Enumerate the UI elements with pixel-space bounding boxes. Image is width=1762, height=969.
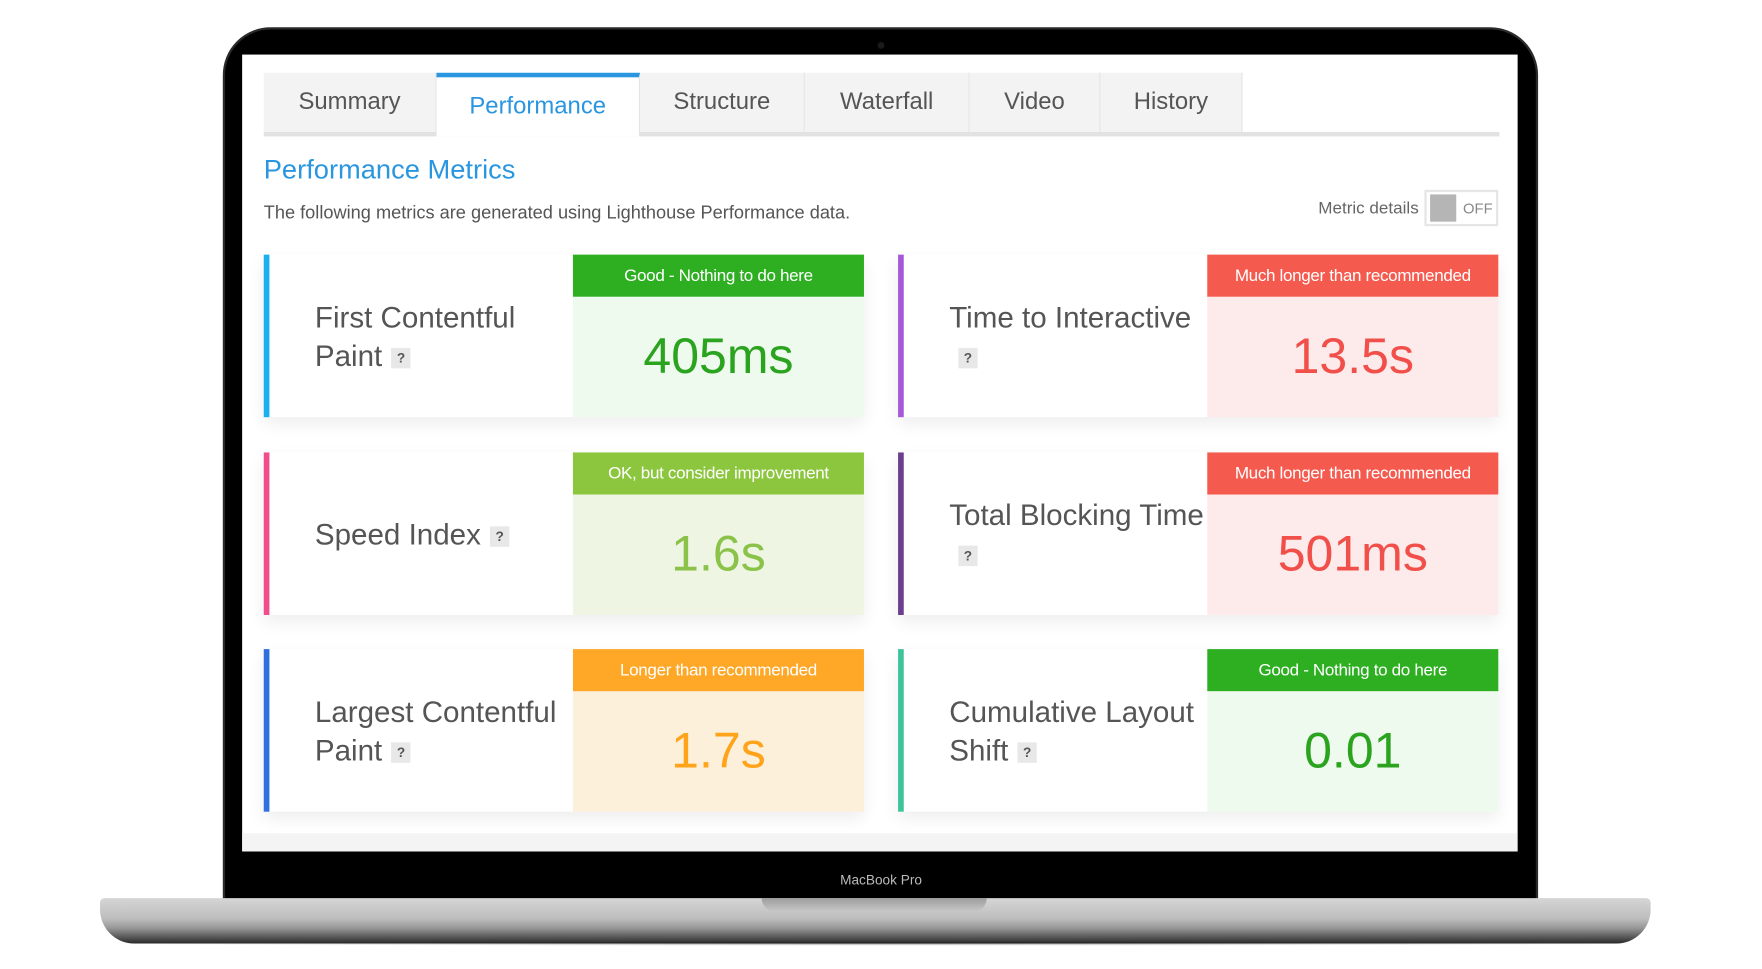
metric-card: Largest Contentful Paint? Longer than re… bbox=[263, 649, 864, 812]
tab-video[interactable]: Video bbox=[969, 72, 1101, 132]
metric-card: Cumulative Layout Shift? Good - Nothing … bbox=[898, 649, 1499, 812]
metric-value-panel: Longer than recommended 1.7s bbox=[572, 649, 864, 812]
metric-value: 405ms bbox=[643, 328, 794, 385]
tab-structure[interactable]: Structure bbox=[640, 72, 805, 132]
metric-card: Time to Interactive? Much longer than re… bbox=[898, 254, 1499, 418]
metric-name-wrap: Total Blocking Time? bbox=[949, 452, 1205, 615]
metric-status-badge: Much longer than recommended bbox=[1207, 254, 1499, 297]
metric-card: First Contentful Paint? Good - Nothing t… bbox=[263, 254, 864, 418]
page-title: Performance Metrics bbox=[263, 154, 516, 186]
tab-waterfall[interactable]: Waterfall bbox=[804, 72, 970, 132]
metric-status-badge: Good - Nothing to do here bbox=[572, 254, 864, 297]
metric-name: First Contentful Paint bbox=[314, 299, 516, 373]
metric-name-wrap: Time to Interactive? bbox=[949, 255, 1205, 418]
help-icon[interactable]: ? bbox=[391, 741, 411, 763]
metric-name: Time to Interactive bbox=[949, 299, 1192, 334]
help-icon[interactable]: ? bbox=[958, 347, 978, 368]
metric-status-badge: Much longer than recommended bbox=[1207, 452, 1499, 495]
metric-value-panel: OK, but consider improvement 1.6s bbox=[572, 452, 864, 616]
tab-performance[interactable]: Performance bbox=[436, 72, 641, 137]
toggle-state: OFF bbox=[1463, 199, 1493, 217]
metric-name: Total Blocking Time bbox=[949, 497, 1204, 532]
metric-status-badge: Good - Nothing to do here bbox=[1207, 649, 1499, 692]
page-description: The following metrics are generated usin… bbox=[263, 203, 851, 223]
metric-value: 0.01 bbox=[1304, 723, 1402, 779]
metric-name-wrap: Speed Index? bbox=[315, 452, 571, 615]
laptop-shadow bbox=[79, 941, 1672, 946]
metric-value: 1.6s bbox=[671, 526, 766, 583]
metric-card: Speed Index? OK, but consider improvemen… bbox=[263, 452, 864, 616]
device-label: MacBook Pro bbox=[840, 871, 922, 888]
help-icon[interactable]: ? bbox=[391, 347, 411, 368]
metric-value: 13.5s bbox=[1291, 328, 1414, 385]
tab-summary[interactable]: Summary bbox=[263, 72, 437, 132]
metric-value: 501ms bbox=[1277, 526, 1428, 583]
metric-details-toggle-group: Metric details OFF bbox=[1318, 189, 1499, 227]
metric-details-toggle[interactable]: OFF bbox=[1424, 189, 1499, 227]
metric-value-panel: Much longer than recommended 13.5s bbox=[1207, 254, 1499, 418]
tab-history[interactable]: History bbox=[1100, 72, 1243, 132]
metric-value-panel: Good - Nothing to do here 405ms bbox=[572, 254, 864, 418]
metric-value-panel: Much longer than recommended 501ms bbox=[1207, 452, 1499, 616]
metric-name: Speed Index bbox=[314, 516, 481, 551]
metric-value: 1.7s bbox=[671, 723, 766, 779]
metric-name: Largest Contentful Paint bbox=[314, 694, 557, 767]
metric-status-badge: OK, but consider improvement bbox=[572, 452, 864, 495]
tab-bar: Summary Performance Structure Waterfall … bbox=[263, 72, 1500, 137]
help-icon[interactable]: ? bbox=[958, 545, 978, 566]
laptop-mockup: Summary Performance Structure Waterfall … bbox=[0, 0, 1762, 969]
metric-details-label: Metric details bbox=[1318, 198, 1419, 218]
metric-name: Cumulative Layout Shift bbox=[949, 694, 1195, 767]
screen: Summary Performance Structure Waterfall … bbox=[242, 54, 1518, 852]
metric-card: Total Blocking Time? Much longer than re… bbox=[898, 452, 1499, 616]
metric-name-wrap: Largest Contentful Paint? bbox=[315, 649, 571, 812]
metric-name-wrap: Cumulative Layout Shift? bbox=[949, 649, 1205, 812]
metric-value-panel: Good - Nothing to do here 0.01 bbox=[1207, 649, 1499, 812]
toggle-knob bbox=[1430, 194, 1457, 222]
help-icon[interactable]: ? bbox=[489, 525, 510, 547]
metric-name-wrap: First Contentful Paint? bbox=[315, 255, 571, 418]
help-icon[interactable]: ? bbox=[1017, 741, 1037, 763]
camera-icon bbox=[877, 42, 885, 49]
laptop-notch bbox=[761, 898, 987, 912]
footer-strip bbox=[242, 833, 1518, 852]
metric-status-badge: Longer than recommended bbox=[572, 649, 864, 692]
